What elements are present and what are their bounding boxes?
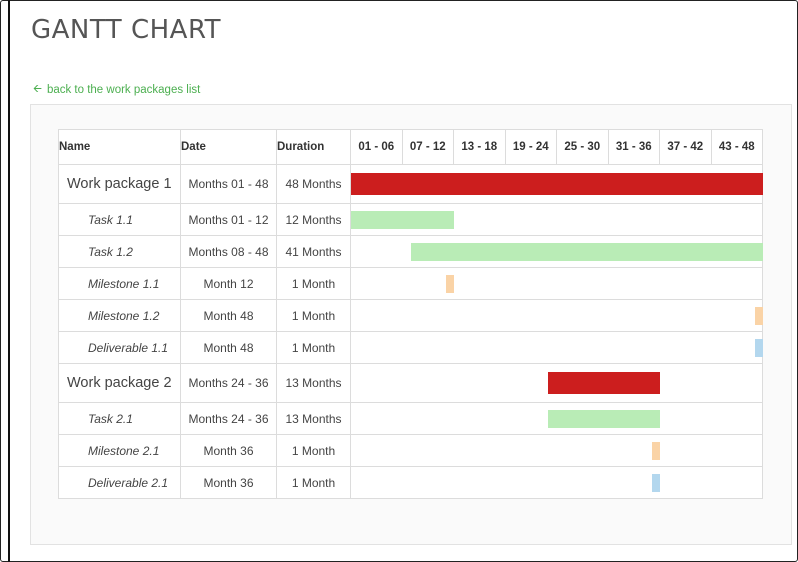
header-duration: Duration — [276, 129, 351, 165]
row-timeline — [350, 299, 763, 332]
task-bar — [351, 210, 454, 229]
row-date: Months 24 - 36 — [180, 363, 277, 403]
row-name: Task 2.1 — [58, 402, 181, 435]
gantt-item-row: Task 1.1 Months 01 - 12 12 Months — [58, 203, 763, 236]
milestone-bar — [651, 441, 660, 460]
task-bar — [411, 242, 763, 261]
deliverable-bar — [651, 473, 660, 492]
gantt-item-row: Deliverable 1.1 Month 48 1 Month — [58, 331, 763, 364]
header-period: 31 - 36 — [607, 129, 660, 165]
window-edge — [8, 0, 10, 562]
work-package-row: Work package 1 Months 01 - 48 48 Months — [58, 164, 763, 204]
gantt-item-row: Milestone 1.2 Month 48 1 Month — [58, 299, 763, 332]
row-timeline — [350, 466, 763, 499]
row-timeline — [350, 434, 763, 467]
work-package-bar — [351, 173, 763, 195]
row-date: Month 12 — [180, 267, 277, 300]
header-period: 37 - 42 — [659, 129, 712, 165]
deliverable-bar — [754, 338, 763, 357]
back-to-work-packages-link[interactable]: 🡨 back to the work packages list — [33, 80, 200, 99]
row-name: Work package 2 — [58, 363, 181, 403]
row-duration: 48 Months — [276, 164, 351, 204]
row-name: Milestone 2.1 — [58, 434, 181, 467]
row-duration: 1 Month — [276, 331, 351, 364]
milestone-bar — [754, 306, 763, 325]
gantt-item-row: Milestone 1.1 Month 12 1 Month — [58, 267, 763, 300]
header-period: 19 - 24 — [504, 129, 557, 165]
row-date: Months 08 - 48 — [180, 235, 277, 268]
milestone-bar — [445, 274, 454, 293]
header-period: 13 - 18 — [453, 129, 506, 165]
row-name: Task 1.1 — [58, 203, 181, 236]
row-duration: 41 Months — [276, 235, 351, 268]
gantt-header-row: Name Date Duration 01 - 06 07 - 12 13 - 18… — [58, 129, 763, 165]
row-name: Task 1.2 — [58, 235, 181, 268]
row-date: Month 48 — [180, 331, 277, 364]
row-name: Milestone 1.2 — [58, 299, 181, 332]
row-duration: 1 Month — [276, 267, 351, 300]
gantt-item-row: Milestone 2.1 Month 36 1 Month — [58, 434, 763, 467]
work-package-row: Work package 2 Months 24 - 36 13 Months — [58, 363, 763, 403]
row-duration: 13 Months — [276, 402, 351, 435]
gantt-body: Work package 1 Months 01 - 48 48 Months Tas… — [58, 164, 763, 499]
work-package-bar — [548, 372, 660, 394]
row-date: Month 48 — [180, 299, 277, 332]
row-name: Work package 1 — [58, 164, 181, 204]
row-timeline — [350, 363, 763, 403]
header-period: 07 - 12 — [401, 129, 454, 165]
page-title: GANTT CHART — [31, 15, 222, 45]
header-period: 43 - 48 — [710, 129, 763, 165]
row-timeline — [350, 235, 763, 268]
row-duration: 12 Months — [276, 203, 351, 236]
row-timeline — [350, 164, 763, 204]
row-duration: 1 Month — [276, 299, 351, 332]
header-date: Date — [180, 129, 277, 165]
row-duration: 1 Month — [276, 434, 351, 467]
gantt-table: Name Date Duration 01 - 06 07 - 12 13 - 18… — [58, 129, 763, 499]
row-name: Deliverable 1.1 — [58, 331, 181, 364]
row-name: Deliverable 2.1 — [58, 466, 181, 499]
row-timeline — [350, 402, 763, 435]
row-timeline — [350, 203, 763, 236]
gantt-item-row: Task 2.1 Months 24 - 36 13 Months — [58, 402, 763, 435]
row-timeline — [350, 267, 763, 300]
gantt-item-row: Task 1.2 Months 08 - 48 41 Months — [58, 235, 763, 268]
header-period: 01 - 06 — [350, 129, 403, 165]
row-name: Milestone 1.1 — [58, 267, 181, 300]
row-date: Month 36 — [180, 466, 277, 499]
back-link-label: back to the work packages list — [46, 83, 201, 96]
row-duration: 1 Month — [276, 466, 351, 499]
row-date: Month 36 — [180, 434, 277, 467]
row-timeline — [350, 331, 763, 364]
header-period: 25 - 30 — [556, 129, 609, 165]
row-date: Months 01 - 12 — [180, 203, 277, 236]
arrow-left-icon: 🡨 — [33, 83, 42, 95]
gantt-item-row: Deliverable 2.1 Month 36 1 Month — [58, 466, 763, 499]
row-date: Months 24 - 36 — [180, 402, 277, 435]
row-date: Months 01 - 48 — [180, 164, 277, 204]
header-name: Name — [58, 129, 181, 165]
task-bar — [548, 409, 660, 428]
row-duration: 13 Months — [276, 363, 351, 403]
